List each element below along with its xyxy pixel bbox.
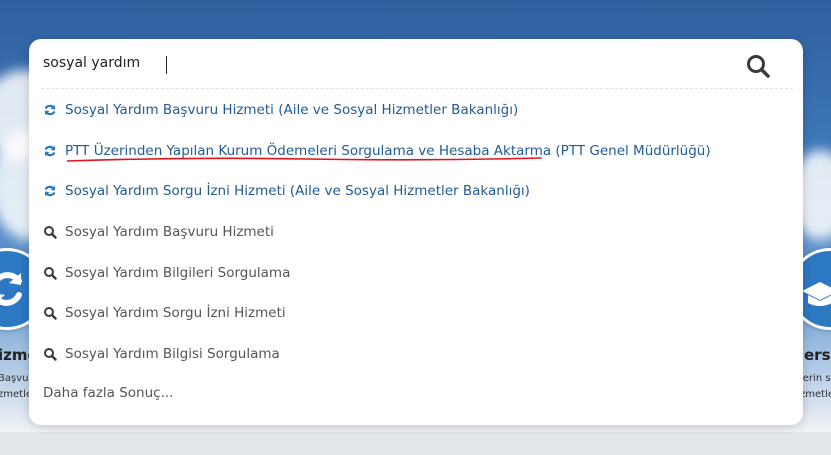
- more-results-link[interactable]: Daha fazla Sonuç...: [43, 385, 173, 401]
- list-item[interactable]: Sosyal Yardım Sorgu İzni Hizmeti: [43, 302, 286, 324]
- search-icon: [747, 55, 770, 78]
- service-refresh-icon: [43, 103, 57, 117]
- list-item[interactable]: Sosyal Yardım Bilgisi Sorgulama: [43, 343, 280, 365]
- tile-desc-right-1: lerin s: [800, 373, 831, 384]
- divider: [41, 88, 793, 89]
- search-suggestion: Sosyal Yardım Sorgu İzni Hizmeti: [65, 305, 286, 321]
- text-caret: [166, 56, 167, 74]
- tile-title-right[interactable]: ersit: [804, 346, 831, 364]
- tile-desc-left-2: zmetle: [0, 389, 32, 400]
- list-item[interactable]: Sosyal Yardım Sorgu İzni Hizmeti (Aile v…: [43, 180, 530, 202]
- search-icon: [43, 306, 57, 320]
- search-bar: [29, 39, 803, 89]
- tile-desc-left-1: Başvu: [0, 373, 29, 384]
- service-link: Sosyal Yardım Sorgu İzni Hizmeti (Aile v…: [65, 183, 530, 199]
- search-suggestion: Sosyal Yardım Bilgisi Sorgulama: [65, 346, 280, 362]
- search-suggestion: Sosyal Yardım Başvuru Hizmeti: [65, 224, 274, 240]
- search-icon: [43, 225, 57, 239]
- service-link: Sosyal Yardım Başvuru Hizmeti (Aile ve S…: [65, 102, 519, 118]
- search-button[interactable]: [745, 53, 771, 79]
- highlight-underline: [67, 157, 542, 162]
- list-item[interactable]: Sosyal Yardım Başvuru Hizmeti: [43, 221, 274, 243]
- list-item[interactable]: Sosyal Yardım Başvuru Hizmeti (Aile ve S…: [43, 99, 518, 121]
- search-input[interactable]: [43, 55, 643, 71]
- service-refresh-icon: [43, 144, 57, 158]
- tile-desc-right-2: zmetler: [800, 389, 831, 400]
- search-panel: Sosyal Yardım Başvuru Hizmeti (Aile ve S…: [29, 39, 803, 425]
- page-band: [0, 432, 831, 455]
- search-suggestion: Sosyal Yardım Bilgileri Sorgulama: [65, 265, 291, 281]
- search-icon: [43, 266, 57, 280]
- service-refresh-icon: [43, 184, 57, 198]
- search-icon: [43, 347, 57, 361]
- list-item[interactable]: Sosyal Yardım Bilgileri Sorgulama: [43, 262, 290, 284]
